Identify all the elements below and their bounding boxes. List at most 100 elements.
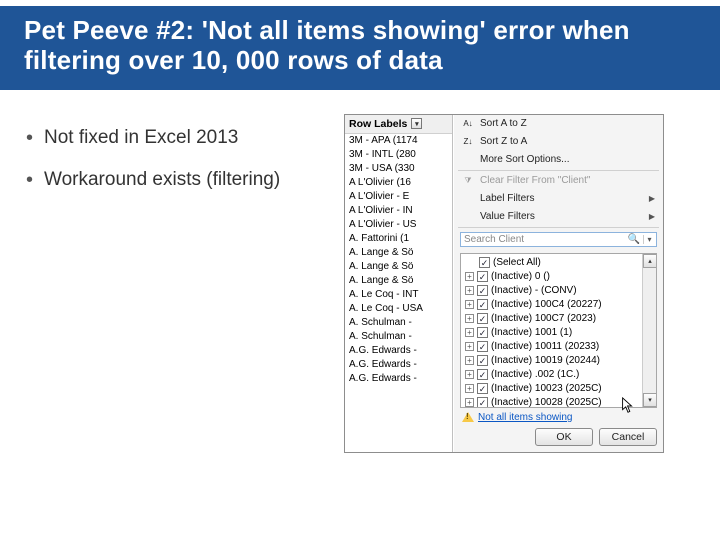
row-labels-header-text: Row Labels (349, 118, 407, 130)
check-row-select-all[interactable]: ✓ (Select All) (463, 256, 640, 270)
search-input[interactable]: Search Client 🔍 ▾ (460, 232, 657, 247)
sort-za-item[interactable]: Z↓ Sort Z to A (454, 133, 663, 151)
check-label: (Inactive) .002 (1C.) (491, 368, 579, 382)
label-filters-label: Label Filters (480, 193, 534, 204)
search-icon: 🔍 (628, 234, 640, 245)
submenu-arrow-icon: ▶ (649, 212, 655, 221)
check-row[interactable]: + ✓ (Inactive) 10028 (2025C) (463, 396, 640, 408)
check-row[interactable]: + ✓ (Inactive) 100C7 (2023) (463, 312, 640, 326)
bullet-item: Not fixed in Excel 2013 (24, 126, 324, 150)
check-label: (Inactive) - (CONV) (491, 284, 577, 298)
row-labels-column: Row Labels ▾ 3M - APA (1174 3M - INTL (2… (345, 115, 453, 452)
check-label: (Inactive) 100C7 (2023) (491, 312, 596, 326)
sort-za-icon: Z↓ (462, 136, 474, 148)
expand-icon[interactable]: + (465, 314, 474, 323)
check-label: (Inactive) 100C4 (20227) (491, 298, 602, 312)
funnel-icon: ⧩ (462, 175, 474, 187)
check-row[interactable]: + ✓ (Inactive) - (CONV) (463, 284, 640, 298)
slide: Pet Peeve #2: 'Not all items showing' er… (0, 0, 720, 540)
separator (458, 170, 659, 171)
scrollbar[interactable]: ▴ ▾ (642, 254, 656, 407)
row-label-item: A. Schulman - (345, 330, 452, 344)
row-label-item: A. Le Coq - USA (345, 302, 452, 316)
expand-icon[interactable]: + (465, 272, 474, 281)
checkbox-icon[interactable]: ✓ (477, 271, 488, 282)
check-row[interactable]: + ✓ (Inactive) 10019 (20244) (463, 354, 640, 368)
check-row[interactable]: + ✓ (Inactive) 10011 (20233) (463, 340, 640, 354)
blank-icon (462, 193, 474, 205)
checkbox-icon[interactable]: ✓ (479, 257, 490, 268)
row-label-item: A L'Olivier - IN (345, 204, 452, 218)
clear-filter-item: ⧩ Clear Filter From "Client" (454, 172, 663, 190)
check-label: (Inactive) 0 () (491, 270, 550, 284)
check-label: (Inactive) 10023 (2025C) (491, 382, 602, 396)
separator (458, 227, 659, 228)
sort-az-icon: A↓ (462, 118, 474, 130)
scroll-down-icon[interactable]: ▾ (643, 393, 657, 407)
expand-icon[interactable]: + (465, 286, 474, 295)
cancel-button[interactable]: Cancel (599, 428, 657, 446)
checkbox-icon[interactable]: ✓ (477, 369, 488, 380)
checkbox-icon[interactable]: ✓ (477, 285, 488, 296)
expand-icon[interactable]: + (465, 300, 474, 309)
bullet-list: Not fixed in Excel 2013 Workaround exist… (24, 114, 324, 453)
scroll-up-icon[interactable]: ▴ (643, 254, 657, 268)
row-label-item: A L'Olivier (16 (345, 176, 452, 190)
filter-menu: A↓ Sort A to Z Z↓ Sort Z to A More Sort … (453, 115, 663, 452)
expand-icon[interactable]: + (465, 328, 474, 337)
check-label: (Inactive) 1001 (1) (491, 326, 572, 340)
warning-row: Not all items showing (454, 410, 663, 424)
clear-filter-label: Clear Filter From "Client" (480, 175, 590, 186)
check-label: (Inactive) 10011 (20233) (491, 340, 599, 354)
submenu-arrow-icon: ▶ (649, 194, 655, 203)
search-placeholder: Search Client (464, 234, 524, 245)
blank-icon (462, 154, 474, 166)
sort-az-label: Sort A to Z (480, 118, 527, 129)
check-label: (Select All) (493, 256, 541, 270)
check-row[interactable]: + ✓ (Inactive) 0 () (463, 270, 640, 284)
checkbox-icon[interactable]: ✓ (477, 299, 488, 310)
expand-icon[interactable]: + (465, 370, 474, 379)
more-sort-item[interactable]: More Sort Options... (454, 151, 663, 169)
excel-filter-popup: Row Labels ▾ 3M - APA (1174 3M - INTL (2… (344, 114, 664, 453)
check-row[interactable]: + ✓ (Inactive) .002 (1C.) (463, 368, 640, 382)
checklist-items: ✓ (Select All) + ✓ (Inactive) 0 () + ✓ (461, 254, 642, 407)
checkbox-icon[interactable]: ✓ (477, 355, 488, 366)
checkbox-icon[interactable]: ✓ (477, 313, 488, 324)
row-label-item: A. Le Coq - INT (345, 288, 452, 302)
check-row[interactable]: + ✓ (Inactive) 10023 (2025C) (463, 382, 640, 396)
check-row[interactable]: + ✓ (Inactive) 100C4 (20227) (463, 298, 640, 312)
row-label-item: 3M - APA (1174 (345, 134, 452, 148)
ok-button[interactable]: OK (535, 428, 593, 446)
row-label-item: A. Schulman - (345, 316, 452, 330)
row-label-item: 3M - USA (330 (345, 162, 452, 176)
checkbox-icon[interactable]: ✓ (477, 397, 488, 408)
expand-icon[interactable]: + (465, 342, 474, 351)
not-all-items-link[interactable]: Not all items showing (478, 412, 572, 423)
content-area: Not fixed in Excel 2013 Workaround exist… (0, 90, 720, 453)
row-label-item: A.G. Edwards - (345, 344, 452, 358)
screenshot-area: Row Labels ▾ 3M - APA (1174 3M - INTL (2… (344, 114, 696, 453)
slide-title: Pet Peeve #2: 'Not all items showing' er… (24, 16, 696, 76)
row-label-item: A. Lange & Sö (345, 274, 452, 288)
filter-checklist: ✓ (Select All) + ✓ (Inactive) 0 () + ✓ (460, 253, 657, 408)
sort-az-item[interactable]: A↓ Sort A to Z (454, 115, 663, 133)
checkbox-icon[interactable]: ✓ (477, 383, 488, 394)
dropdown-icon[interactable]: ▾ (411, 118, 422, 129)
row-labels-header[interactable]: Row Labels ▾ (345, 115, 452, 134)
row-label-item: 3M - INTL (280 (345, 148, 452, 162)
label-filters-item[interactable]: Label Filters ▶ (454, 190, 663, 208)
check-row[interactable]: + ✓ (Inactive) 1001 (1) (463, 326, 640, 340)
value-filters-item[interactable]: Value Filters ▶ (454, 208, 663, 226)
row-label-item: A. Fattorini (1 (345, 232, 452, 246)
expand-icon[interactable]: + (465, 384, 474, 393)
chevron-down-icon[interactable]: ▾ (643, 235, 653, 244)
row-label-item: A L'Olivier - US (345, 218, 452, 232)
bullet-item: Workaround exists (filtering) (24, 168, 324, 192)
expand-icon[interactable]: + (465, 356, 474, 365)
checkbox-icon[interactable]: ✓ (477, 327, 488, 338)
checkbox-icon[interactable]: ✓ (477, 341, 488, 352)
value-filters-label: Value Filters (480, 211, 535, 222)
more-sort-label: More Sort Options... (480, 154, 569, 165)
expand-icon[interactable]: + (465, 398, 474, 407)
